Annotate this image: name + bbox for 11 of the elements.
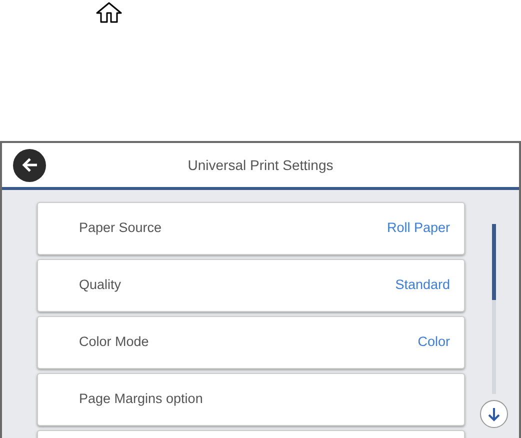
back-button[interactable] [13,148,46,182]
scrollbar[interactable] [492,224,496,394]
setting-row[interactable]: Paper Source Roll Paper [37,202,465,255]
down-arrow-icon [486,406,502,422]
home-icon [96,2,122,24]
setting-row[interactable]: Page Margins option [37,373,465,426]
screen-title: Universal Print Settings [188,156,334,172]
setting-row[interactable]: Quality Standard [37,259,465,312]
scroll-down-button[interactable] [480,400,508,428]
back-arrow-icon [20,157,38,173]
setting-row[interactable]: Color Mode Color [37,316,465,369]
